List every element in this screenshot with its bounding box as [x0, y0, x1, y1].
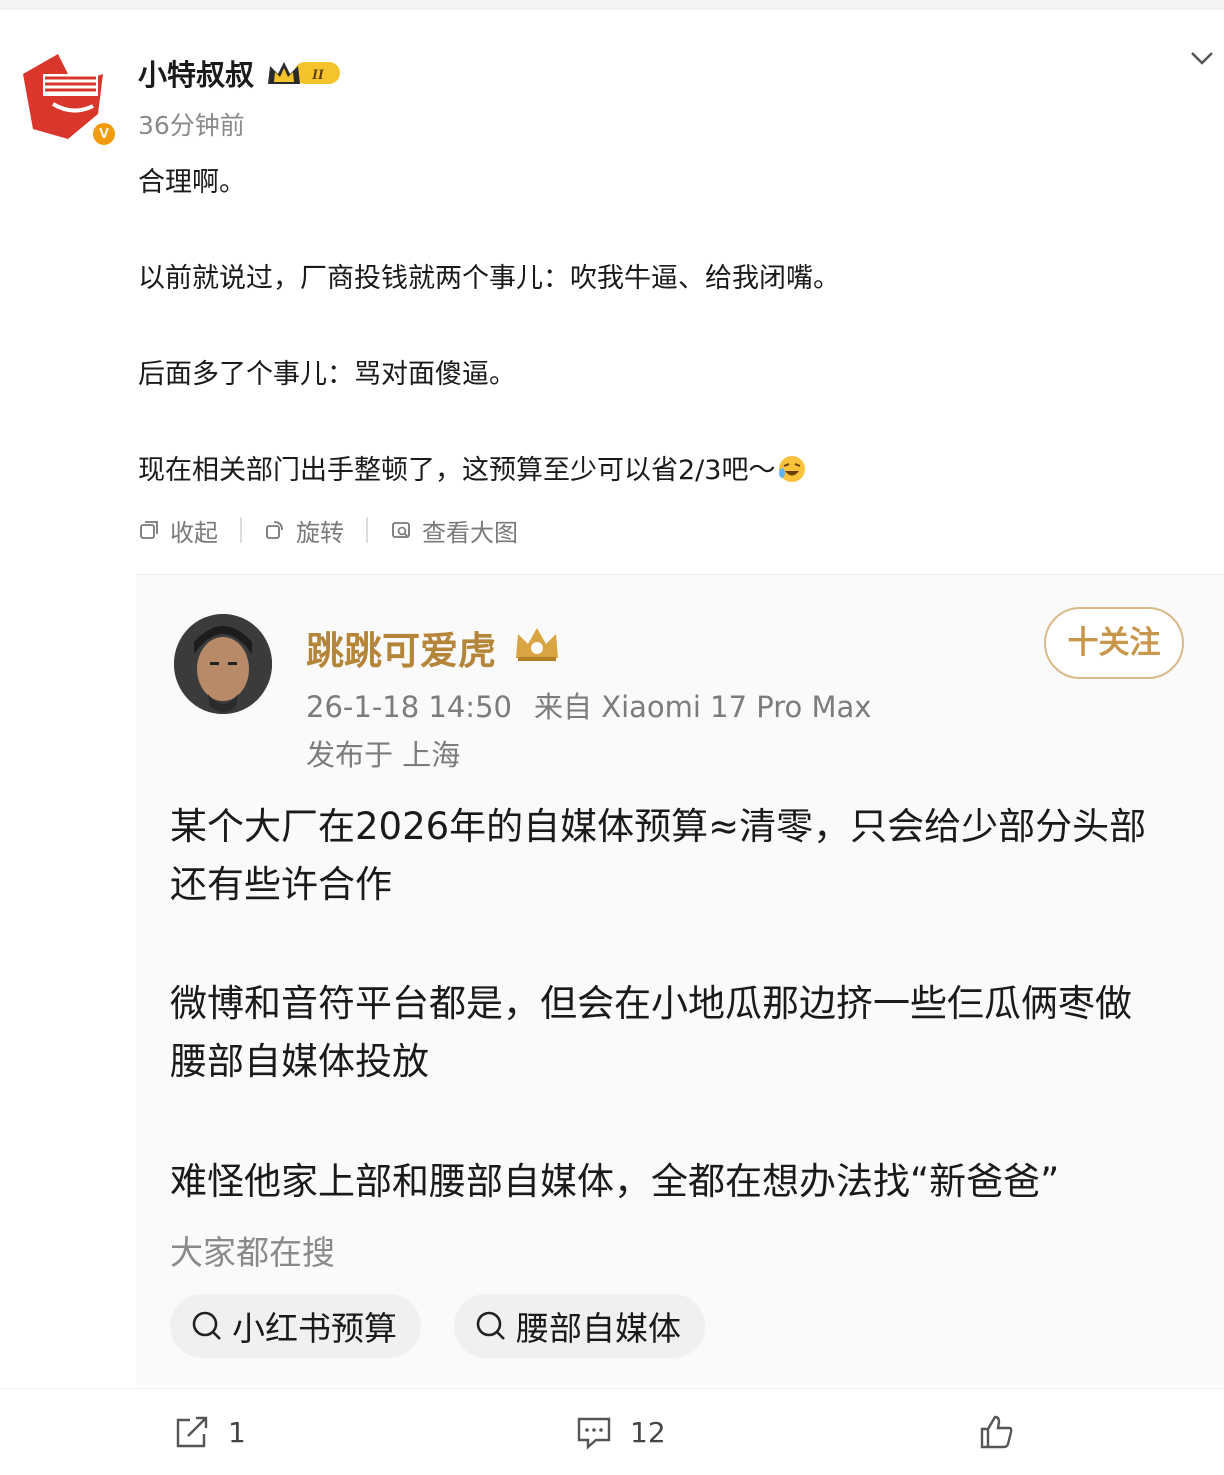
crown-badge-icon	[516, 628, 558, 661]
comment-button[interactable]: 12	[576, 1414, 666, 1450]
comment-icon	[577, 1417, 611, 1450]
follow-button[interactable]: 十关注	[1044, 607, 1184, 679]
quoted-text-line: 难怪他家上部和腰部自媒体，全都在想办法找“新爸爸”	[170, 1160, 1060, 1203]
divider	[366, 517, 368, 543]
chevron-down-icon[interactable]	[1188, 48, 1216, 68]
post-text-line: 合理啊。	[138, 167, 246, 198]
post-source: 来自 Xiaomi 17 Pro Max	[533, 690, 872, 724]
divider	[240, 517, 242, 543]
rotate-button[interactable]: 旋转	[264, 513, 344, 548]
crown-level-badge-icon[interactable]: II	[266, 58, 344, 88]
verified-v-icon: V	[90, 120, 118, 148]
repost-icon	[176, 1416, 208, 1448]
svg-text:II: II	[311, 67, 325, 83]
post-datetime: 26-1-18 14:50	[306, 690, 512, 724]
repost-button[interactable]: 1	[174, 1414, 246, 1450]
quoted-text-line: 微博和音符平台都是，但会在小地瓜那边挤一些仨瓜俩枣做	[170, 982, 1132, 1025]
quoted-author-name[interactable]: 跳跳可爱虎	[306, 620, 496, 675]
quoted-text-line: 某个大厂在2026年的自媒体预算≈清零，只会给少部分头部	[170, 805, 1147, 848]
quoted-text-line: 腰部自媒体投放	[170, 1040, 429, 1083]
rotate-icon	[266, 521, 283, 539]
post-text-line: 后面多了个事儿：骂对面傻逼。	[138, 359, 516, 390]
view-large-button[interactable]: 查看大图	[390, 513, 518, 548]
comment-count: 12	[630, 1415, 666, 1449]
post-text-line-last: 现在相关部门出手整顿了，这预算至少可以省2/3吧～	[138, 448, 807, 487]
collapse-button[interactable]: 收起	[138, 513, 218, 548]
hot-search-tag[interactable]: 腰部自媒体	[454, 1294, 705, 1358]
like-icon[interactable]	[978, 1414, 1014, 1450]
quoted-author-avatar[interactable]	[174, 614, 272, 714]
top-strip	[0, 0, 1224, 10]
post-meta: 26-1-18 14:50 来自 Xiaomi 17 Pro Max	[306, 684, 871, 726]
search-icon	[192, 1311, 221, 1340]
search-icon	[476, 1311, 505, 1340]
repost-count: 1	[228, 1415, 246, 1449]
hot-search-label: 大家都在搜	[170, 1233, 335, 1272]
post-text-line: 以前就说过，厂商投钱就两个事儿：吹我牛逼、给我闭嘴。	[138, 263, 840, 294]
view-image-icon	[392, 522, 410, 538]
hot-search-tag[interactable]: 小红书预算	[170, 1294, 421, 1358]
post-text-line: 现在相关部门出手整顿了，这预算至少可以省2/3吧～	[138, 455, 776, 486]
post-location: 发布于 上海	[306, 738, 461, 772]
laughing-emoji-icon	[779, 456, 806, 482]
collapse-icon	[140, 521, 158, 539]
post-time: 36分钟前	[138, 111, 245, 140]
author-name[interactable]: 小特叔叔	[138, 52, 254, 94]
image-actions: 收起 旋转 查看大图	[138, 512, 518, 548]
quoted-text-line: 还有些许合作	[170, 863, 392, 906]
